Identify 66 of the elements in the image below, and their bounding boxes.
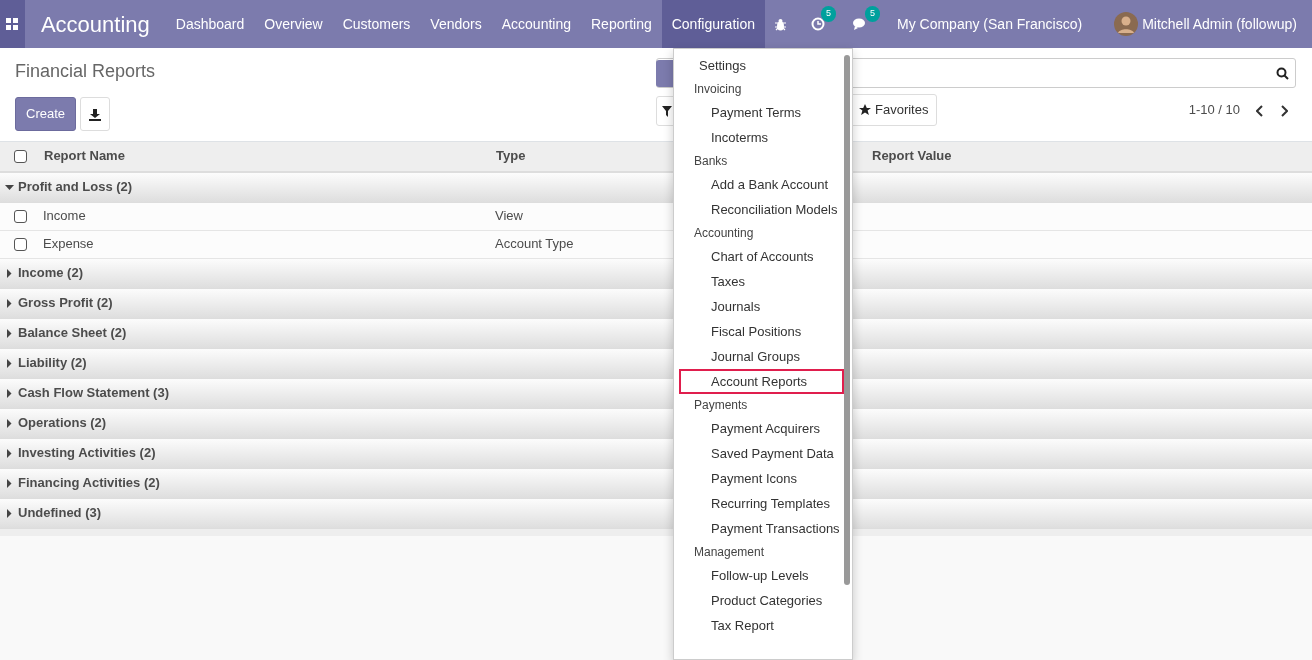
menu-item[interactable]: Dashboard <box>165 0 255 48</box>
user-menu[interactable]: Mitchell Admin (followup) <box>1105 0 1306 48</box>
menu-item[interactable]: Configuration <box>661 0 765 48</box>
menu-item[interactable]: Reporting <box>581 0 662 48</box>
bug-icon <box>774 17 787 31</box>
column-header[interactable]: Report Value <box>868 146 1312 166</box>
table-cell-text: View <box>494 207 523 226</box>
caret-right-icon <box>5 418 14 428</box>
count-badge: 5 <box>820 6 836 22</box>
scrollbar[interactable] <box>844 55 850 585</box>
menu-item[interactable]: Tax Report <box>679 613 844 638</box>
menu-item[interactable]: Payment Acquirers <box>679 416 844 441</box>
table-cell-text: Account Type <box>494 235 574 254</box>
view-switch-button[interactable] <box>656 60 674 87</box>
avatar-icon <box>1114 12 1139 36</box>
caret-right-icon <box>5 508 14 518</box>
column-header[interactable]: Report Name <box>40 146 492 166</box>
grid-icon <box>6 18 19 30</box>
app-title: Accounting <box>39 10 151 39</box>
apps-button[interactable] <box>0 0 25 48</box>
create-button[interactable]: Create <box>15 97 77 131</box>
menu-section-header: Banks <box>693 153 729 170</box>
caret-right-icon <box>5 268 14 278</box>
menu-item[interactable]: Journals <box>679 294 844 319</box>
row-checkbox[interactable] <box>13 209 27 223</box>
caret-down-icon <box>5 182 14 192</box>
caret-right-icon <box>5 388 14 398</box>
search-icon <box>1276 66 1289 80</box>
chevron-left-icon <box>1256 104 1264 117</box>
count-badge: 5 <box>864 6 880 22</box>
row-checkbox[interactable] <box>13 237 27 251</box>
star-icon <box>859 103 871 116</box>
select-all-checkbox[interactable] <box>13 149 27 163</box>
menu-item[interactable]: Customers <box>332 0 421 48</box>
caret-right-icon <box>5 328 14 338</box>
favorites-button[interactable]: Favorites <box>850 94 938 126</box>
caret-right-icon <box>5 478 14 488</box>
download-icon <box>89 108 102 121</box>
menu-section-header: Management <box>693 544 766 561</box>
pager-value: 1-10 / 10 <box>1188 101 1240 119</box>
menu-item[interactable]: Fiscal Positions <box>679 319 844 344</box>
column-header[interactable]: Type <box>492 146 672 166</box>
menu-section-header: Invoicing <box>693 81 743 98</box>
company-switcher[interactable]: My Company (San Francisco) <box>888 0 1092 48</box>
caret-right-icon <box>5 448 14 458</box>
menu-item[interactable]: Incoterms <box>679 125 844 150</box>
breadcrumb: Financial Reports <box>15 60 157 83</box>
menu-item[interactable]: Overview <box>254 0 333 48</box>
clock-icon <box>811 17 825 31</box>
menu-item[interactable]: Follow-up Levels <box>679 563 844 588</box>
menu-item[interactable]: Settings <box>679 53 844 78</box>
menu-section-header: Accounting <box>693 225 755 242</box>
menu-item[interactable]: Payment Icons <box>679 466 844 491</box>
menu-item[interactable]: Vendors <box>420 0 492 48</box>
table-cell-text: Expense <box>42 235 95 254</box>
caret-right-icon <box>5 358 14 368</box>
menu-item[interactable]: Payment Terms <box>679 100 844 125</box>
menu-item[interactable]: Saved Payment Data <box>679 441 844 466</box>
table-cell-text: Income <box>42 207 87 226</box>
menu-item[interactable]: Account Reports <box>679 369 844 394</box>
menu-item[interactable]: Add a Bank Account <box>679 172 844 197</box>
download-button[interactable] <box>80 97 111 131</box>
menu-item[interactable]: Product Categories <box>679 588 844 613</box>
menu-item[interactable]: Accounting <box>491 0 581 48</box>
chevron-right-icon <box>1280 104 1288 117</box>
caret-right-icon <box>5 298 14 308</box>
